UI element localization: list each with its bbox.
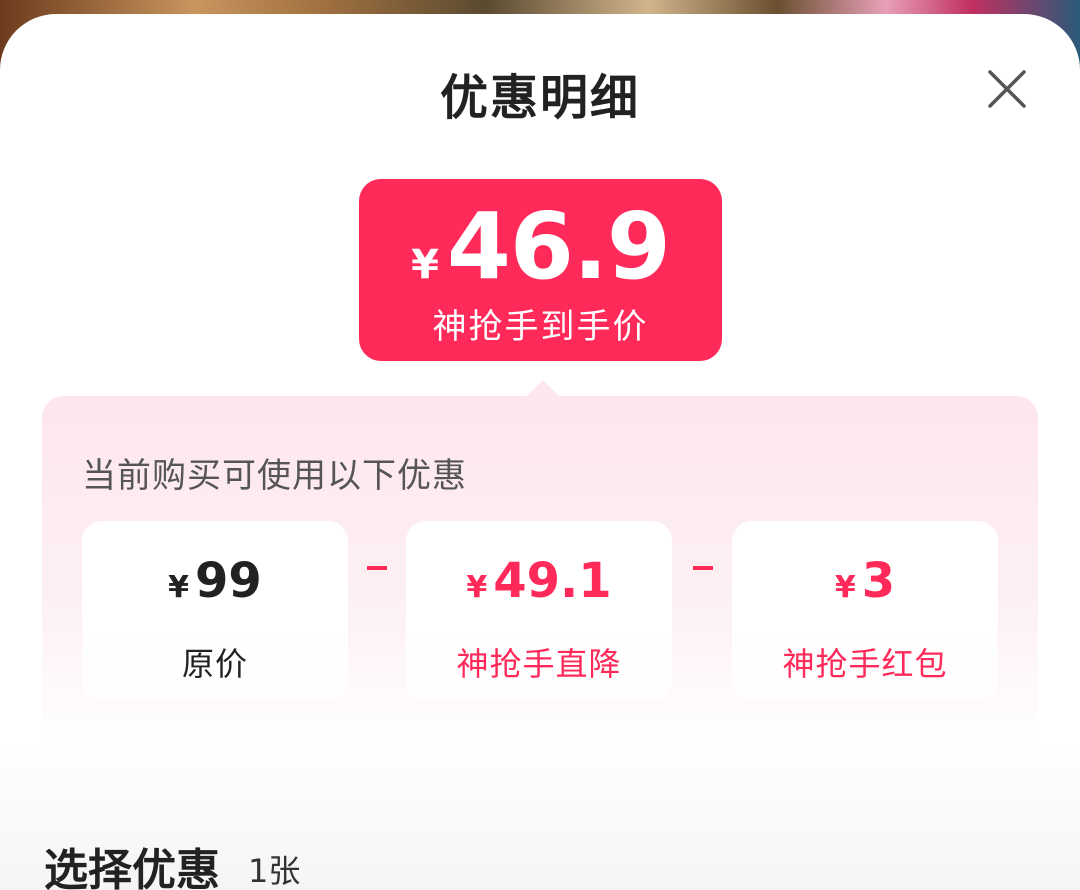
card-value: 49.1: [493, 553, 612, 609]
card-value: 99: [195, 553, 262, 609]
final-price: ¥ 46.9: [359, 193, 722, 300]
card-label: 神抢手直降: [456, 645, 622, 683]
select-discount-count: 1张: [248, 852, 301, 890]
card-label: 神抢手红包: [782, 645, 948, 683]
sheet-title: 优惠明细: [439, 70, 640, 126]
select-discount-title: 选择优惠: [44, 845, 220, 890]
card-amount: ¥ 3: [732, 553, 998, 609]
card-amount: ¥ 49.1: [406, 553, 672, 609]
close-icon[interactable]: [984, 66, 1030, 112]
currency-symbol: ¥: [834, 570, 856, 605]
discount-card-red-packet: ¥ 3 神抢手红包: [732, 521, 998, 701]
card-value: 3: [861, 553, 896, 609]
currency-symbol: ¥: [466, 570, 488, 605]
minus-operator: [367, 566, 387, 570]
card-label: 原价: [181, 645, 248, 683]
discount-panel: 当前购买可使用以下优惠 ¥ 99 原价 ¥ 49.1 神抢手直降 ¥ 3 神抢手…: [42, 396, 1038, 756]
discount-panel-title: 当前购买可使用以下优惠: [82, 456, 467, 496]
currency-symbol: ¥: [411, 242, 439, 288]
discount-card-original-price: ¥ 99 原价: [82, 521, 348, 701]
currency-symbol: ¥: [168, 570, 190, 605]
final-price-label: 神抢手到手价: [432, 307, 649, 347]
final-price-value: 46.9: [446, 193, 671, 300]
minus-operator: [693, 566, 713, 570]
final-price-box: ¥ 46.9 神抢手到手价: [359, 179, 722, 361]
discount-card-direct-cut: ¥ 49.1 神抢手直降: [406, 521, 672, 701]
card-amount: ¥ 99: [82, 553, 348, 609]
price-box-pointer: [527, 380, 559, 396]
